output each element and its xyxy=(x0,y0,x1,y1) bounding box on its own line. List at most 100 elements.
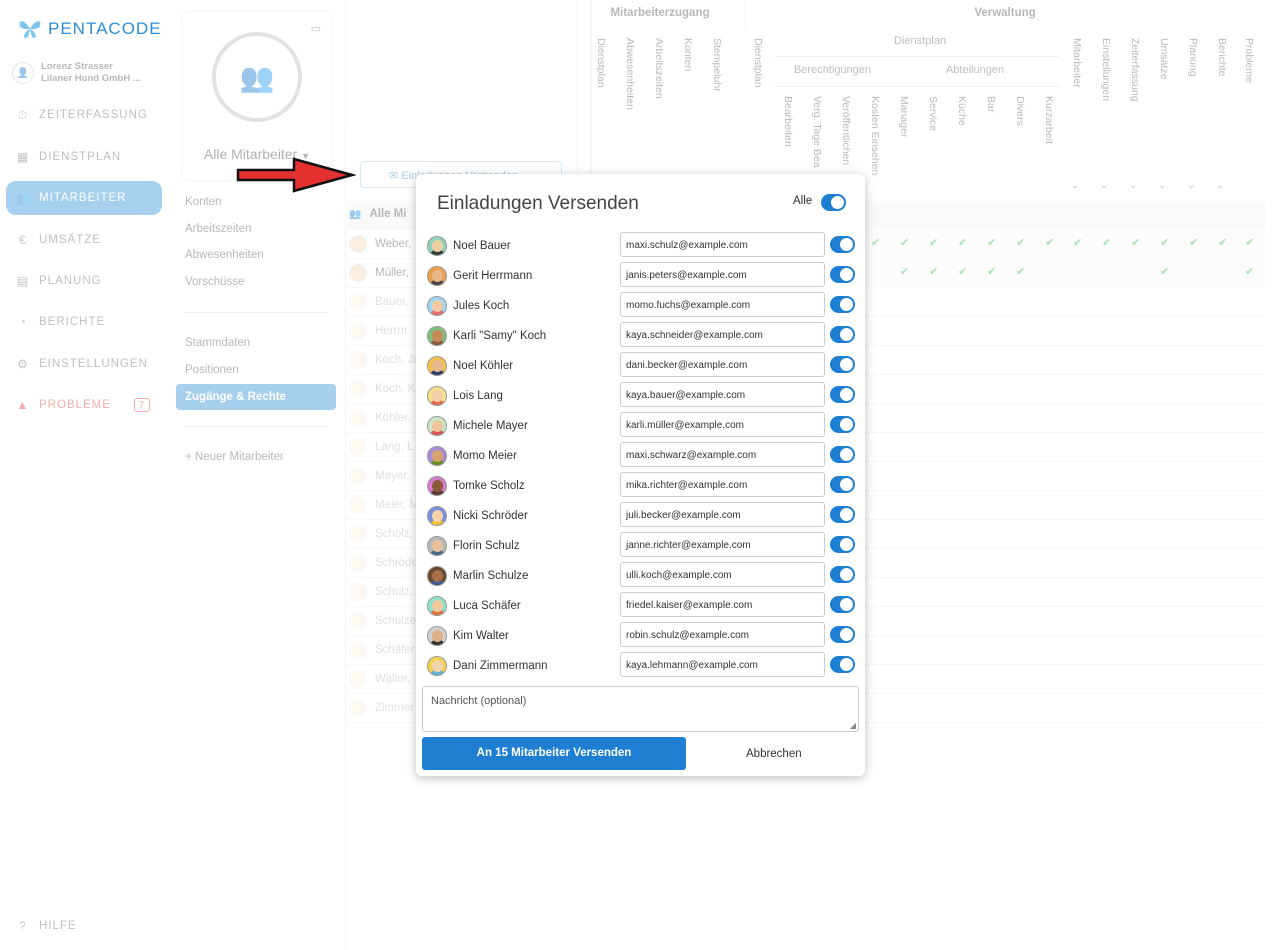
email-field[interactable]: karli.müller@example.com xyxy=(620,412,825,437)
submenu-vorschuesse[interactable]: Vorschüsse xyxy=(185,276,244,288)
invite-toggle[interactable] xyxy=(830,446,855,463)
email-field[interactable]: janis.peters@example.com xyxy=(620,262,825,287)
invite-toggle[interactable] xyxy=(830,536,855,553)
send-button[interactable]: An 15 Mitarbeiter Versenden xyxy=(422,737,686,770)
table-row[interactable]: Meier, M xyxy=(349,496,419,514)
table-row[interactable]: Schäfer xyxy=(349,641,415,659)
email-field[interactable]: robin.schulz@example.com xyxy=(620,622,825,647)
submenu-abwesenheiten[interactable]: Abwesenheiten xyxy=(185,249,264,261)
check-icon[interactable]: ✔ xyxy=(900,236,909,249)
nav-item-umsaetze[interactable]: € UMSÄTZE xyxy=(6,223,162,257)
check-icon[interactable]: ✔ xyxy=(1102,236,1111,249)
check-icon[interactable]: ✔ xyxy=(958,236,967,249)
check-icon[interactable]: ✔ xyxy=(1073,236,1082,249)
chevron-down-icon[interactable]: ⌄ xyxy=(1100,180,1108,191)
invite-toggle[interactable] xyxy=(830,236,855,253)
table-row[interactable]: Schulz, xyxy=(349,583,413,601)
table-row[interactable]: Scholz, xyxy=(349,525,413,543)
chevron-down-icon[interactable]: ⌄ xyxy=(1071,180,1079,191)
check-icon[interactable]: ✔ xyxy=(1016,236,1025,249)
email-field[interactable]: mika.richter@example.com xyxy=(620,472,825,497)
email-field[interactable]: kaya.lehmann@example.com xyxy=(620,652,825,677)
invite-toggle[interactable] xyxy=(830,386,855,403)
chevron-down-icon[interactable]: ⌄ xyxy=(1129,180,1137,191)
chevron-down-icon[interactable]: ⌄ xyxy=(1187,180,1195,191)
cancel-button[interactable]: Abbrechen xyxy=(746,748,802,760)
check-icon[interactable]: ✔ xyxy=(1245,265,1254,278)
email-field[interactable]: kaya.bauer@example.com xyxy=(620,382,825,407)
invite-toggle[interactable] xyxy=(830,356,855,373)
invite-toggle[interactable] xyxy=(830,326,855,343)
nav-item-dienstplan[interactable]: ▦ DIENSTPLAN xyxy=(6,140,162,174)
table-row[interactable]: Zimmer xyxy=(349,699,414,717)
employee-select-card[interactable]: ▭ 👥 Alle Mitarbeiter ▼ xyxy=(183,12,331,180)
check-icon[interactable]: ✔ xyxy=(958,265,967,278)
check-icon[interactable]: ✔ xyxy=(987,265,996,278)
table-row[interactable]: Weber, xyxy=(349,235,411,253)
invite-toggle[interactable] xyxy=(830,416,855,433)
table-row[interactable]: Bauer, xyxy=(349,293,408,311)
invite-toggle[interactable] xyxy=(830,506,855,523)
invite-toggle[interactable] xyxy=(830,296,855,313)
submenu-arbeitszeiten[interactable]: Arbeitszeiten xyxy=(185,223,251,235)
check-icon[interactable]: ✔ xyxy=(1016,265,1025,278)
table-row[interactable]: Köhler, xyxy=(349,409,411,427)
table-row[interactable]: Mayer, xyxy=(349,467,410,485)
check-icon[interactable]: ✔ xyxy=(871,236,880,249)
resize-grip-icon[interactable]: ◢ xyxy=(850,721,856,730)
nav-item-mitarbeiter[interactable]: 👥 MITARBEITER xyxy=(6,181,162,215)
check-icon[interactable]: ✔ xyxy=(929,265,938,278)
nav-item-zeiterfassung[interactable]: ⏱ ZEITERFASSUNG xyxy=(6,98,162,132)
table-row[interactable]: Koch, Ju xyxy=(349,351,420,369)
table-row[interactable]: Schulze xyxy=(349,612,416,630)
check-icon[interactable]: ✔ xyxy=(929,236,938,249)
submenu-zugaenge-rechte[interactable]: Zugänge & Rechte xyxy=(176,384,336,410)
select-all-toggle[interactable] xyxy=(821,194,846,211)
submenu-positionen[interactable]: Positionen xyxy=(185,364,239,376)
invite-toggle[interactable] xyxy=(830,656,855,673)
invite-toggle[interactable] xyxy=(830,476,855,493)
submenu-konten[interactable]: Konten xyxy=(185,196,221,208)
check-icon[interactable]: ✔ xyxy=(987,236,996,249)
email-field[interactable]: momo.fuchs@example.com xyxy=(620,292,825,317)
check-icon[interactable]: ✔ xyxy=(1160,236,1169,249)
new-employee-link[interactable]: + Neuer Mitarbeiter xyxy=(185,451,284,463)
chevron-down-icon[interactable]: ⌄ xyxy=(1158,180,1166,191)
nav-item-einstellungen[interactable]: ⚙ EINSTELLUNGEN xyxy=(6,347,162,381)
id-card-icon[interactable]: ▭ xyxy=(311,22,321,35)
check-icon[interactable]: ✔ xyxy=(1045,236,1054,249)
email-field[interactable]: juli.becker@example.com xyxy=(620,502,825,527)
email-field[interactable]: friedel.kaiser@example.com xyxy=(620,592,825,617)
email-field[interactable]: dani.becker@example.com xyxy=(620,352,825,377)
nav-item-probleme[interactable]: ▲ PROBLEME 7 xyxy=(6,388,162,422)
email-field[interactable]: janne.richter@example.com xyxy=(620,532,825,557)
check-icon[interactable]: ✔ xyxy=(1218,236,1227,249)
table-row[interactable]: Lang, L xyxy=(349,438,413,456)
invite-toggle[interactable] xyxy=(830,626,855,643)
nav-item-hilfe[interactable]: ? HILFE xyxy=(6,909,162,943)
email-field[interactable]: ulli.koch@example.com xyxy=(620,562,825,587)
message-textarea[interactable]: Nachricht (optional) ◢ xyxy=(422,686,859,732)
check-icon[interactable]: ✔ xyxy=(1160,265,1169,278)
email-field[interactable]: kaya.schneider@example.com xyxy=(620,322,825,347)
invite-toggle[interactable] xyxy=(830,566,855,583)
submenu-stammdaten[interactable]: Stammdaten xyxy=(185,337,250,349)
email-field[interactable]: maxi.schulz@example.com xyxy=(620,232,825,257)
invite-toggle[interactable] xyxy=(830,266,855,283)
nav-item-berichte[interactable]: ◔ BERICHTE xyxy=(6,305,162,339)
check-icon[interactable]: ✔ xyxy=(1245,236,1254,249)
table-row[interactable]: Müller, xyxy=(349,264,409,282)
app-logo[interactable]: PENTACODE xyxy=(18,18,162,40)
table-row[interactable]: Koch, K xyxy=(349,380,415,398)
table-row[interactable]: Walter, xyxy=(349,670,410,688)
check-icon[interactable]: ✔ xyxy=(1131,236,1140,249)
check-icon[interactable]: ✔ xyxy=(900,265,909,278)
nav-item-planung[interactable]: ▤ PLANUNG xyxy=(6,264,162,298)
email-field[interactable]: maxi.schwarz@example.com xyxy=(620,442,825,467)
user-profile[interactable]: 👤 Lorenz Strasser Lilaner Hund GmbH ... xyxy=(12,61,141,85)
invite-toggle[interactable] xyxy=(830,596,855,613)
chevron-down-icon[interactable]: ⌄ xyxy=(1216,180,1224,191)
check-icon[interactable]: ✔ xyxy=(1189,236,1198,249)
table-row[interactable]: Schröde xyxy=(349,554,418,572)
table-row[interactable]: Herrm xyxy=(349,322,407,340)
